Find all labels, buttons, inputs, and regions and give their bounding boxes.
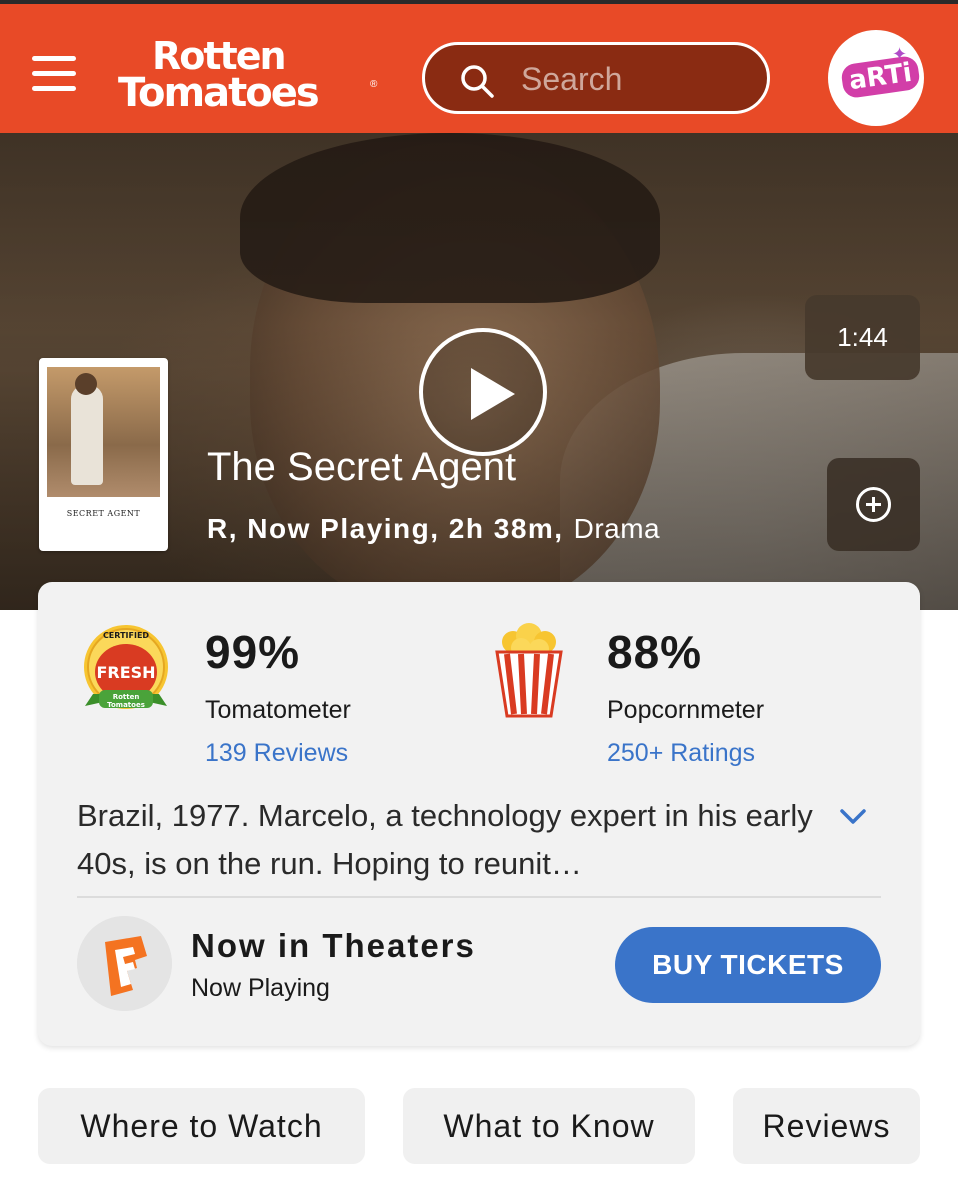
rotten-tomatoes-logo[interactable]: Rotten Tomatoes ® xyxy=(118,37,380,117)
chevron-down-icon[interactable] xyxy=(838,804,868,828)
tomatometer-score: 99% xyxy=(205,626,301,678)
tomatometer-reviews-link[interactable]: 139 Reviews xyxy=(205,739,348,768)
popcorn-bucket-icon[interactable] xyxy=(493,622,565,718)
popcornmeter-ratings-link[interactable]: 250+ Ratings xyxy=(607,739,755,768)
badge-fresh-text: FRESH xyxy=(96,663,155,682)
sparkle-icon: ✦ xyxy=(892,44,908,64)
menu-bar xyxy=(32,86,76,91)
search-input[interactable]: Search xyxy=(422,42,770,114)
trailer-duration: 1:44 xyxy=(805,295,920,380)
site-header: Rotten Tomatoes ® Search aRTi ✦ xyxy=(0,4,958,133)
popcornmeter-label: Popcornmeter xyxy=(607,696,765,724)
add-circle-icon xyxy=(856,487,891,522)
scores-card: CERTIFIED FRESH Rotten Tomatoes 99% Toma… xyxy=(38,582,920,1046)
tab-reviews[interactable]: Reviews xyxy=(733,1088,920,1164)
movie-title: The Secret Agent xyxy=(207,445,517,489)
search-placeholder: Search xyxy=(521,61,623,97)
theaters-title: Now in Theaters xyxy=(191,927,476,964)
poster-image xyxy=(47,367,160,497)
badge-brand-text-2: Tomatoes xyxy=(107,701,145,709)
badge-brand-text-1: Rotten xyxy=(113,693,140,701)
movie-meta: R, Now Playing, 2h 38m, Drama xyxy=(207,513,660,545)
tomatometer-label: Tomatometer xyxy=(205,696,351,724)
avatar-text: aRTi xyxy=(840,54,922,100)
avatar[interactable]: aRTi ✦ xyxy=(828,30,924,126)
poster-title: SECRET AGENT xyxy=(66,509,141,518)
search-icon xyxy=(461,65,494,98)
popcornmeter-score: 88% xyxy=(607,626,703,678)
movie-genre[interactable]: Drama xyxy=(574,513,661,544)
menu-bar xyxy=(32,56,76,61)
badge-certified-text: CERTIFIED xyxy=(103,631,149,640)
menu-icon[interactable] xyxy=(32,56,78,92)
movie-facts: R, Now Playing, 2h 38m, xyxy=(207,513,564,544)
movie-synopsis[interactable]: Brazil, 1977. Marcelo, a technology expe… xyxy=(77,792,817,888)
theaters-subtitle: Now Playing xyxy=(191,974,330,1002)
play-trailer-button[interactable] xyxy=(419,328,547,456)
tab-what-to-know[interactable]: What to Know xyxy=(403,1088,695,1164)
certified-fresh-icon[interactable]: CERTIFIED FRESH Rotten Tomatoes xyxy=(81,622,171,720)
add-to-watchlist-button[interactable] xyxy=(827,458,920,551)
menu-bar xyxy=(32,71,76,76)
play-icon xyxy=(471,368,515,420)
poster-figure xyxy=(71,385,103,485)
logo-line-2: Tomatoes xyxy=(118,70,320,116)
divider xyxy=(77,896,881,898)
logo-registered-mark: ® xyxy=(370,79,378,90)
buy-tickets-button[interactable]: BUY TICKETS xyxy=(615,927,881,1003)
tab-where-to-watch[interactable]: Where to Watch xyxy=(38,1088,365,1164)
fandango-icon xyxy=(77,916,172,1011)
poster-figure-head xyxy=(75,373,97,395)
movie-poster[interactable]: SECRET AGENT xyxy=(39,358,168,551)
